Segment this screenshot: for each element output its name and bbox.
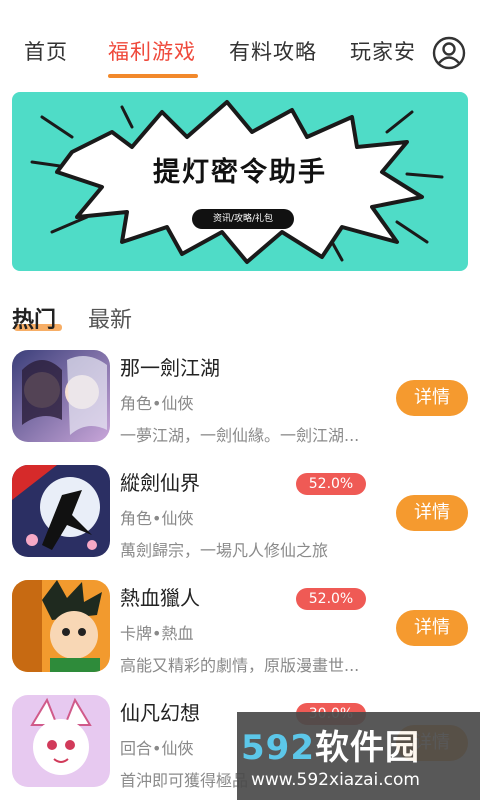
- tab-player[interactable]: 玩家安: [350, 36, 416, 66]
- top-navigation: 首页 福利游戏 有料攻略 玩家安: [0, 0, 480, 86]
- game-description: 萬劍歸宗，一場凡人修仙之旅: [120, 541, 329, 560]
- game-category: 回合•仙俠: [120, 739, 194, 758]
- discount-badge: 52.0%: [296, 473, 366, 495]
- detail-button[interactable]: 详情: [396, 380, 468, 416]
- game-thumbnail: [12, 695, 110, 787]
- banner-title: 提灯密令助手: [153, 157, 327, 188]
- game-name: 那一劍江湖: [120, 356, 220, 380]
- game-list-item[interactable]: 那一劍江湖 角色•仙俠 一夢江湖，一劍仙緣。一劍江湖... 详情: [0, 350, 480, 460]
- subtab-hot[interactable]: 热门: [12, 302, 56, 334]
- game-name: 縱劍仙界: [120, 471, 200, 495]
- watermark-logo: 592软件园: [241, 728, 420, 768]
- game-category: 角色•仙俠: [120, 509, 194, 528]
- tab-guides[interactable]: 有料攻略: [229, 36, 317, 66]
- game-list-item[interactable]: 縱劍仙界 52.0% 角色•仙俠 萬劍歸宗，一場凡人修仙之旅 详情: [0, 465, 480, 575]
- user-circle-icon[interactable]: [432, 36, 466, 70]
- game-description: 高能又精彩的劇情，原版漫畫世...: [120, 656, 360, 675]
- promo-banner[interactable]: 提灯密令助手 资讯/攻略/礼包: [12, 92, 468, 271]
- game-category: 角色•仙俠: [120, 394, 194, 413]
- detail-button[interactable]: 详情: [396, 495, 468, 531]
- subtab-new[interactable]: 最新: [88, 302, 132, 334]
- watermark-url: www.592xiazai.com: [251, 770, 420, 790]
- game-thumbnail: [12, 350, 110, 442]
- detail-button[interactable]: 详情: [396, 610, 468, 646]
- tab-welfare-games[interactable]: 福利游戏: [108, 36, 196, 66]
- game-thumbnail: [12, 580, 110, 672]
- game-name: 熱血獵人: [120, 586, 200, 610]
- site-watermark: 592软件园 www.592xiazai.com: [237, 712, 480, 800]
- active-tab-indicator: [108, 74, 198, 78]
- game-description: 一夢江湖，一劍仙緣。一劍江湖...: [120, 426, 360, 445]
- tab-home[interactable]: 首页: [24, 36, 68, 66]
- game-thumbnail: [12, 465, 110, 557]
- discount-badge: 52.0%: [296, 588, 366, 610]
- banner-pill[interactable]: 资讯/攻略/礼包: [192, 209, 294, 229]
- game-list-item[interactable]: 熱血獵人 52.0% 卡牌•熱血 高能又精彩的劇情，原版漫畫世... 详情: [0, 580, 480, 690]
- game-name: 仙凡幻想: [120, 701, 200, 725]
- game-category: 卡牌•熱血: [120, 624, 194, 643]
